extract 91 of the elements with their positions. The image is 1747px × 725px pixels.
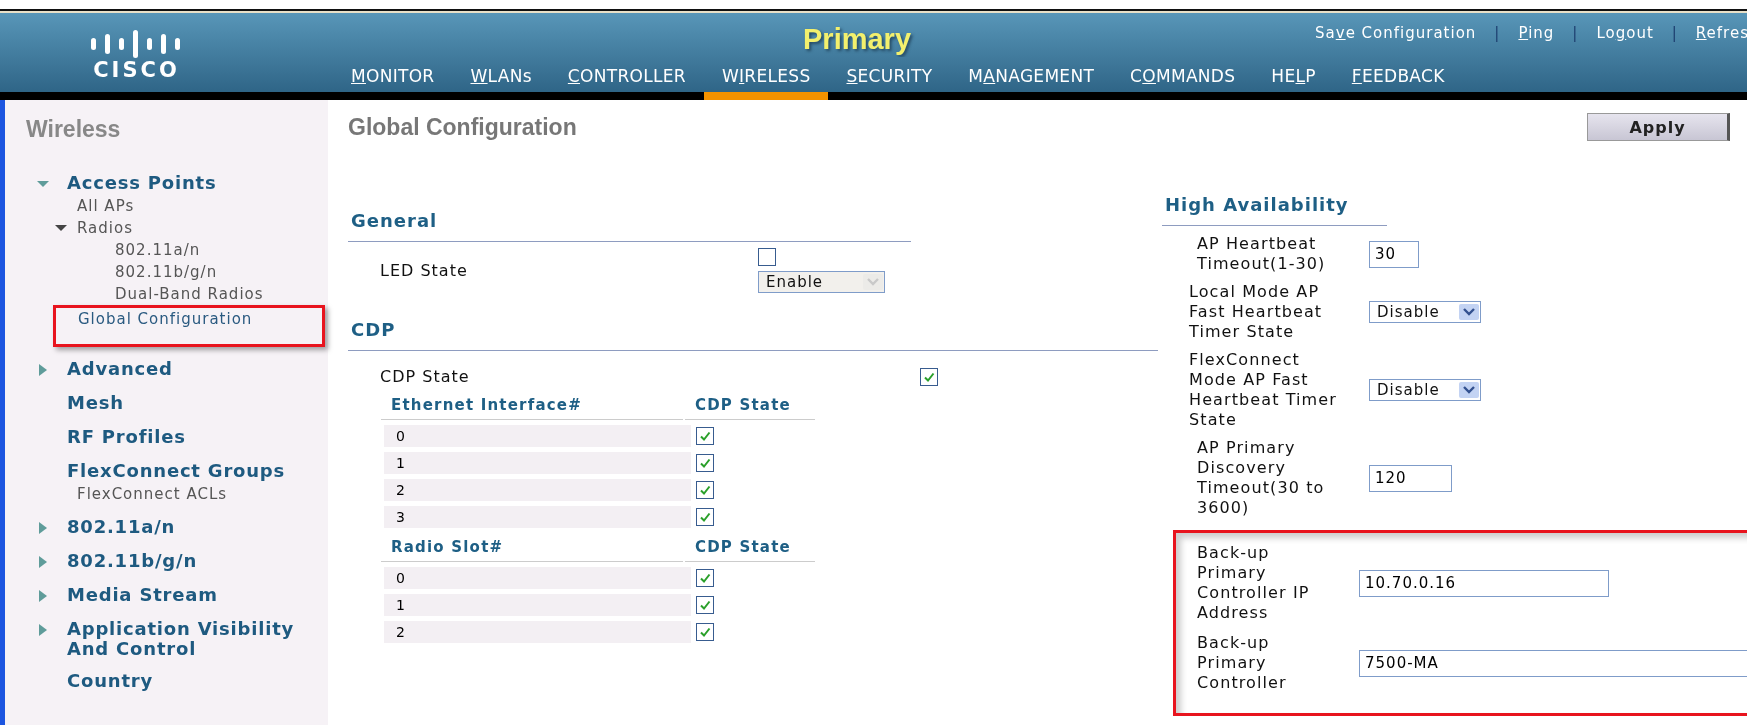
sidebar-item[interactable]: 802.11b/g/n bbox=[115, 261, 218, 283]
dropdown[interactable]: Disable bbox=[1369, 301, 1481, 323]
checkbox[interactable] bbox=[758, 248, 776, 266]
table-cell: 0 bbox=[384, 425, 691, 447]
field-label: Back-up Primary Controller IP Address bbox=[1196, 543, 1311, 623]
check-icon bbox=[699, 572, 711, 584]
apply-button[interactable]: Apply bbox=[1587, 113, 1730, 141]
checkbox[interactable] bbox=[696, 454, 714, 472]
section-heading: General bbox=[351, 210, 439, 231]
check-icon bbox=[699, 626, 711, 638]
check-icon bbox=[699, 511, 711, 523]
header-link[interactable]: Ping bbox=[1518, 24, 1555, 42]
link-separator: | bbox=[1494, 24, 1501, 42]
sidebar-item[interactable]: FlexConnect ACLs bbox=[77, 483, 228, 505]
check-icon bbox=[699, 599, 711, 611]
nav-tab[interactable]: COMMANDS bbox=[1112, 66, 1254, 100]
sidebar-item[interactable]: Media Stream bbox=[67, 585, 218, 605]
sidebar-item[interactable]: Dual-Band Radios bbox=[115, 283, 264, 305]
check-icon bbox=[699, 457, 711, 469]
table-cell: 1 bbox=[384, 452, 691, 474]
field-label: AP Primary Discovery Timeout(30 to 3600) bbox=[1196, 438, 1326, 518]
field-label: LED State bbox=[380, 261, 469, 280]
collapse-arrow-icon[interactable] bbox=[37, 624, 49, 636]
check-icon bbox=[699, 430, 711, 442]
sidebar-item[interactable]: 802.11b/g/n bbox=[67, 551, 197, 571]
checkbox[interactable] bbox=[696, 481, 714, 499]
section-heading: CDP bbox=[351, 319, 397, 340]
checkbox[interactable] bbox=[696, 427, 714, 445]
sidebar-item[interactable]: Radios bbox=[77, 217, 133, 239]
table-cell: 3 bbox=[384, 506, 691, 528]
column-header: CDP State bbox=[685, 538, 815, 562]
sidebar-item[interactable]: 802.11a/n bbox=[67, 517, 176, 537]
sidebar-title: Wireless bbox=[26, 116, 122, 143]
sidebar-item[interactable]: Mesh bbox=[67, 393, 124, 413]
controller-title: Primary bbox=[803, 23, 911, 55]
sidebar-item[interactable]: All APs bbox=[77, 195, 135, 217]
chevron-down-icon bbox=[1459, 382, 1479, 398]
header-link[interactable]: Save Configuration bbox=[1315, 24, 1477, 42]
sidebar-item[interactable]: RF Profiles bbox=[67, 427, 186, 447]
check-icon bbox=[699, 484, 711, 496]
link-separator: | bbox=[1572, 24, 1579, 42]
sidebar-item[interactable]: Application Visibility And Control bbox=[67, 619, 307, 659]
nav-tab[interactable]: CONTROLLER bbox=[549, 66, 704, 100]
field-label: FlexConnect Mode AP Fast Heartbeat Timer State bbox=[1188, 350, 1338, 430]
sidebar-item[interactable]: FlexConnect Groups bbox=[67, 461, 286, 481]
nav-tab[interactable]: MONITOR bbox=[333, 66, 453, 100]
column-header: CDP State bbox=[685, 396, 815, 420]
sidebar-item[interactable]: Global Configuration bbox=[78, 308, 253, 330]
logo-text: CISCO bbox=[93, 59, 180, 81]
field-label: AP Heartbeat Timeout(1-30) bbox=[1196, 234, 1327, 274]
dropdown[interactable]: Disable bbox=[1369, 379, 1481, 401]
field-label: CDP State bbox=[380, 367, 471, 386]
checkbox[interactable] bbox=[696, 623, 714, 641]
checkbox[interactable] bbox=[696, 508, 714, 526]
chevron-down-icon bbox=[863, 274, 883, 290]
nav-tab[interactable]: FEEDBACK bbox=[1333, 66, 1463, 100]
field-label: Back-up Primary Controller bbox=[1196, 633, 1288, 693]
checkbox[interactable] bbox=[696, 569, 714, 587]
page-title: Global Configuration bbox=[348, 113, 577, 141]
collapse-arrow-icon[interactable] bbox=[37, 590, 49, 602]
nav-tab[interactable]: WLANs bbox=[452, 66, 550, 100]
expand-arrow-icon[interactable] bbox=[55, 222, 67, 234]
check-icon bbox=[923, 370, 935, 383]
sidebar-item[interactable]: Access Points bbox=[67, 173, 217, 193]
input-field[interactable]: 7500-MA bbox=[1359, 649, 1747, 677]
sidebar-item[interactable]: Country bbox=[67, 671, 154, 691]
table-cell: 2 bbox=[384, 621, 691, 643]
link-separator: | bbox=[1671, 24, 1678, 42]
sidebar-item[interactable]: Advanced bbox=[67, 359, 173, 379]
column-header: Ethernet Interface# bbox=[381, 396, 683, 420]
nav-tab[interactable]: WIRELESS bbox=[703, 66, 829, 100]
checkbox[interactable] bbox=[920, 367, 938, 386]
nav-tab[interactable]: HELP bbox=[1253, 66, 1334, 100]
column-header: Radio Slot# bbox=[381, 538, 683, 562]
input-field[interactable]: 10.70.0.16 bbox=[1359, 569, 1609, 597]
input-field[interactable]: 30 bbox=[1369, 240, 1419, 268]
section-heading: High Availability bbox=[1165, 194, 1350, 215]
field-label: Local Mode AP Fast Heartbeat Timer State bbox=[1188, 282, 1324, 342]
sidebar-item[interactable]: 802.11a/n bbox=[115, 239, 201, 261]
collapse-arrow-icon[interactable] bbox=[37, 556, 49, 568]
input-field[interactable]: 120 bbox=[1369, 464, 1452, 492]
collapse-arrow-icon[interactable] bbox=[37, 364, 49, 376]
checkbox[interactable] bbox=[696, 596, 714, 614]
table-cell: 1 bbox=[384, 594, 691, 616]
nav-tab[interactable]: MANAGEMENT bbox=[950, 66, 1113, 100]
table-cell: 0 bbox=[384, 567, 691, 589]
nav-tab[interactable]: SECURITY bbox=[828, 66, 951, 100]
table-cell: 2 bbox=[384, 479, 691, 501]
chevron-down-icon bbox=[1459, 304, 1479, 320]
collapse-arrow-icon[interactable] bbox=[37, 522, 49, 534]
header-link[interactable]: Logout bbox=[1596, 24, 1654, 42]
